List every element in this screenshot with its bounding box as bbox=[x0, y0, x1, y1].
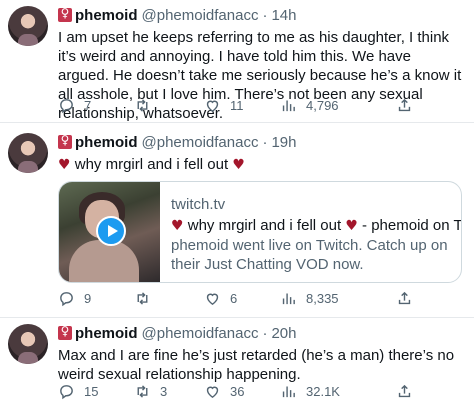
heart-icon: ♥ bbox=[232, 157, 245, 173]
tweet-header: phemoid @phemoidfanacc · 19h bbox=[58, 133, 464, 151]
heart-icon: ♥ bbox=[58, 157, 71, 173]
card-domain: twitch.tv bbox=[171, 196, 226, 213]
card-title: ♥ why mrgirl and i fell out ♥ - phemoid … bbox=[171, 217, 461, 234]
retweet-icon bbox=[137, 291, 148, 305]
timestamp[interactable]: 20h bbox=[271, 325, 296, 342]
views-icon bbox=[282, 100, 295, 111]
reply-button[interactable]: 15 bbox=[58, 383, 98, 400]
play-icon[interactable] bbox=[96, 216, 126, 246]
action-bar: 7 11 4,796 bbox=[58, 96, 458, 114]
like-button[interactable]: 6 bbox=[204, 290, 237, 307]
avatar[interactable] bbox=[8, 6, 48, 46]
tweet[interactable]: phemoid @phemoidfanacc · 19h ♥ why mrgir… bbox=[0, 123, 474, 318]
retweet-icon bbox=[137, 384, 148, 398]
reply-button[interactable]: 7 bbox=[58, 97, 91, 114]
like-count: 11 bbox=[230, 97, 244, 113]
separator-dot: · bbox=[262, 324, 268, 342]
female-sign-icon bbox=[58, 6, 72, 22]
reply-icon bbox=[60, 291, 73, 306]
reply-count: 15 bbox=[84, 383, 99, 399]
video-thumbnail[interactable] bbox=[59, 182, 160, 282]
retweet-button[interactable] bbox=[134, 290, 160, 307]
share-button[interactable] bbox=[396, 290, 413, 307]
share-button[interactable] bbox=[396, 383, 413, 400]
tweet-text-body: why mrgirl and i fell out bbox=[74, 156, 229, 173]
display-name[interactable]: phemoid bbox=[75, 7, 138, 24]
heart-icon: ♥ bbox=[171, 218, 184, 234]
female-sign-icon bbox=[58, 133, 72, 149]
card-title-text: why mrgirl and i fell out bbox=[187, 217, 342, 234]
like-count: 6 bbox=[230, 290, 238, 306]
reply-count: 9 bbox=[84, 290, 92, 306]
action-bar: 9 6 8,335 bbox=[58, 289, 458, 307]
view-count: 4,796 bbox=[306, 97, 339, 113]
tweet[interactable]: phemoid @phemoidfanacc · 20h Max and I a… bbox=[0, 318, 474, 404]
share-icon bbox=[398, 291, 411, 304]
views-button[interactable]: 4,796 bbox=[280, 97, 339, 114]
avatar[interactable] bbox=[8, 324, 48, 364]
reply-icon bbox=[60, 384, 73, 399]
reply-button[interactable]: 9 bbox=[58, 290, 91, 307]
like-button[interactable]: 11 bbox=[204, 97, 244, 114]
views-button[interactable]: 32.1K bbox=[280, 383, 340, 400]
retweet-count: 3 bbox=[160, 383, 168, 399]
action-bar: 15 3 36 32.1K bbox=[58, 382, 458, 400]
view-count: 8,335 bbox=[306, 290, 339, 306]
like-button[interactable]: 36 bbox=[204, 383, 244, 400]
views-icon bbox=[282, 293, 295, 304]
tweet-text: ♥ why mrgirl and i fell out ♥ bbox=[58, 155, 464, 175]
display-name[interactable]: phemoid bbox=[75, 134, 138, 151]
user-handle[interactable]: @phemoidfanacc bbox=[142, 7, 259, 24]
retweet-icon bbox=[137, 98, 148, 112]
user-handle[interactable]: @phemoidfanacc bbox=[142, 325, 259, 342]
separator-dot: · bbox=[262, 133, 268, 151]
tweet-header: phemoid @phemoidfanacc · 20h bbox=[58, 324, 464, 342]
heart-icon: ♥ bbox=[345, 218, 358, 234]
thumbnail-person-body bbox=[69, 240, 139, 282]
display-name[interactable]: phemoid bbox=[75, 325, 138, 342]
share-icon bbox=[398, 98, 411, 111]
tweet[interactable]: phemoid @phemoidfanacc · 14h I am upset … bbox=[0, 0, 474, 123]
timestamp[interactable]: 14h bbox=[271, 7, 296, 24]
retweet-button[interactable]: 3 bbox=[134, 383, 167, 400]
avatar[interactable] bbox=[8, 133, 48, 173]
share-icon bbox=[398, 384, 411, 397]
user-handle[interactable]: @phemoidfanacc bbox=[142, 134, 259, 151]
card-description: phemoid went live on Twitch. Catch up on… bbox=[171, 237, 448, 273]
views-button[interactable]: 8,335 bbox=[280, 290, 339, 307]
like-count: 36 bbox=[230, 383, 245, 399]
views-icon bbox=[282, 386, 295, 397]
view-count: 32.1K bbox=[306, 383, 340, 399]
timestamp[interactable]: 19h bbox=[271, 134, 296, 151]
tweet-header: phemoid @phemoidfanacc · 14h bbox=[58, 6, 464, 24]
share-button[interactable] bbox=[396, 97, 413, 114]
retweet-button[interactable] bbox=[134, 97, 160, 114]
like-icon bbox=[206, 293, 219, 305]
card-title-suffix: - phemoid on Twitch bbox=[362, 217, 462, 234]
separator-dot: · bbox=[262, 6, 268, 24]
tweet-text: Max and I are fine he’s just retarded (h… bbox=[58, 347, 455, 383]
reply-icon bbox=[60, 98, 73, 113]
like-icon bbox=[206, 386, 219, 398]
female-sign-icon bbox=[58, 324, 72, 340]
reply-count: 7 bbox=[84, 97, 92, 113]
like-icon bbox=[206, 100, 219, 112]
link-card[interactable]: twitch.tv ♥ why mrgirl and i fell out ♥ … bbox=[58, 181, 462, 283]
